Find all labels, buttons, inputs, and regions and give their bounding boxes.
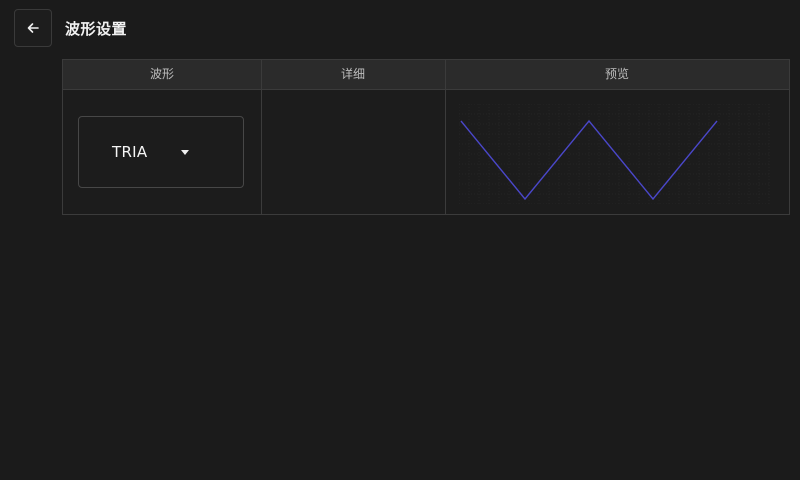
waveform-table: 波形 详细 预览 TRIA — [62, 59, 790, 215]
column-header-preview: 预览 — [604, 67, 629, 81]
page-title: 波形设置 — [65, 20, 128, 38]
column-header-waveform: 波形 — [149, 67, 174, 81]
arrow-left-icon — [27, 23, 39, 33]
waveform-dropdown[interactable]: TRIA — [78, 116, 244, 188]
caret-down-icon — [181, 150, 189, 155]
detail-cell — [262, 90, 445, 214]
back-button[interactable] — [14, 9, 52, 47]
column-divider — [445, 60, 446, 214]
waveform-line — [460, 119, 718, 201]
preview-grid — [459, 104, 771, 204]
waveform-settings-page: 波形设置 波形 详细 预览 TRIA — [0, 0, 800, 480]
column-header-detail: 详细 — [340, 67, 365, 81]
waveform-preview-chart — [459, 104, 771, 204]
waveform-selected-value: TRIA — [112, 143, 148, 161]
table-header: 波形 详细 预览 — [63, 60, 789, 90]
